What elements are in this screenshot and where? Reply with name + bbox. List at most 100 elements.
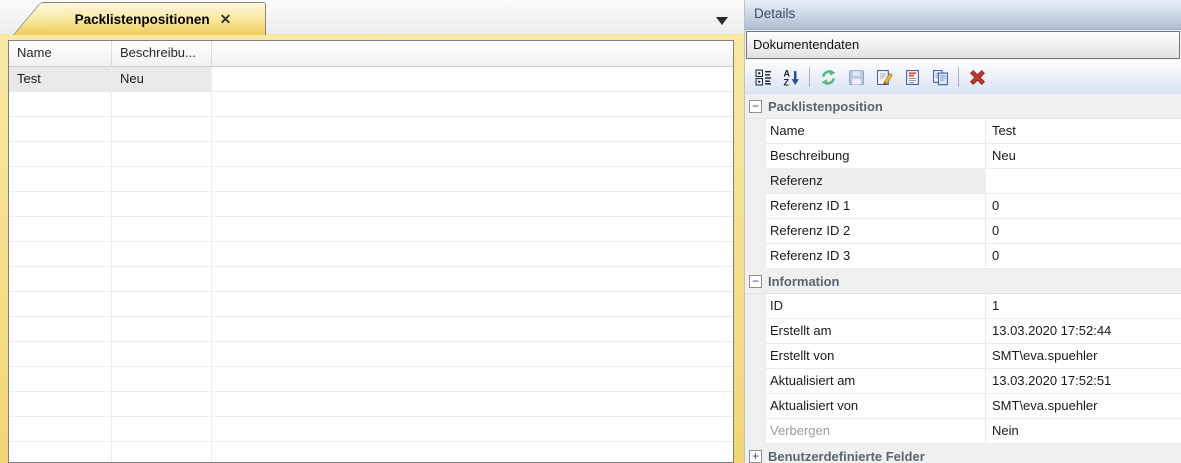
row-indent bbox=[745, 119, 766, 144]
table-row bbox=[9, 217, 733, 242]
property-row[interactable]: Referenz ID 20 bbox=[745, 219, 1181, 244]
table-cell bbox=[9, 442, 112, 462]
table-row bbox=[9, 117, 733, 142]
property-row[interactable]: Name Test bbox=[745, 119, 1181, 144]
new-document-icon[interactable] bbox=[900, 65, 924, 89]
table-cell bbox=[112, 142, 212, 166]
table-row bbox=[9, 292, 733, 317]
table-cell bbox=[9, 267, 112, 291]
row-indent bbox=[745, 394, 766, 419]
table-cell bbox=[212, 392, 733, 416]
table-cell bbox=[112, 417, 212, 441]
table-cell bbox=[212, 192, 733, 216]
refresh-icon[interactable] bbox=[816, 65, 840, 89]
collapse-icon[interactable]: − bbox=[749, 274, 762, 288]
section-header[interactable]: − Information bbox=[745, 269, 1181, 294]
table-row bbox=[9, 142, 733, 167]
table-row bbox=[9, 392, 733, 417]
property-row[interactable]: Referenz bbox=[745, 169, 1181, 194]
table-row[interactable]: Test Neu bbox=[9, 67, 733, 92]
property-row[interactable]: ID 1 bbox=[745, 294, 1181, 319]
table-cell bbox=[212, 317, 733, 341]
save-icon[interactable] bbox=[844, 65, 868, 89]
table-cell bbox=[112, 442, 212, 462]
row-indent bbox=[745, 319, 766, 344]
row-indent bbox=[745, 169, 766, 194]
tab-label: Packlistenpositionen bbox=[74, 11, 210, 27]
property-row[interactable]: Referenz ID 10 bbox=[745, 194, 1181, 219]
property-value: 0 bbox=[986, 194, 1181, 219]
table-cell bbox=[112, 192, 212, 216]
column-header-name[interactable]: Name bbox=[9, 41, 112, 66]
property-row[interactable]: Aktualisiert am 13.03.2020 17:52:51 bbox=[745, 369, 1181, 394]
table-cell bbox=[212, 292, 733, 316]
table-cell bbox=[212, 67, 733, 91]
property-label: Referenz ID 2 bbox=[766, 219, 986, 244]
property-value: SMT\eva.spuehler bbox=[986, 344, 1181, 369]
property-label: ID bbox=[766, 294, 986, 319]
table-cell bbox=[9, 292, 112, 316]
section-title: Packlistenposition bbox=[768, 98, 883, 114]
categorize-icon[interactable] bbox=[751, 65, 775, 89]
table-cell bbox=[9, 92, 112, 116]
property-row[interactable]: Erstellt von SMT\eva.spuehler bbox=[745, 344, 1181, 369]
property-label: Referenz bbox=[766, 169, 986, 194]
table-cell bbox=[212, 92, 733, 116]
section-title: Benutzerdefinierte Felder bbox=[768, 448, 925, 463]
property-value: Test bbox=[986, 119, 1181, 144]
property-row[interactable]: Referenz ID 30 bbox=[745, 244, 1181, 269]
table-cell bbox=[9, 142, 112, 166]
table-cell bbox=[112, 92, 212, 116]
table-cell: Neu bbox=[112, 67, 212, 91]
property-row[interactable]: Erstellt am 13.03.2020 17:52:44 bbox=[745, 319, 1181, 344]
property-label: Name bbox=[766, 119, 986, 144]
property-value: 0 bbox=[986, 244, 1181, 269]
row-indent bbox=[745, 194, 766, 219]
property-label: Referenz ID 3 bbox=[766, 244, 986, 269]
table-cell bbox=[112, 392, 212, 416]
section-header[interactable]: + Benutzerdefinierte Felder bbox=[745, 444, 1181, 463]
expand-icon[interactable]: + bbox=[749, 449, 762, 463]
property-value bbox=[986, 169, 1181, 194]
tab-list-dropdown-icon[interactable] bbox=[716, 17, 728, 25]
property-row[interactable]: Beschreibung Neu bbox=[745, 144, 1181, 169]
property-value: 1 bbox=[986, 294, 1181, 319]
table-row bbox=[9, 317, 733, 342]
table-cell bbox=[9, 167, 112, 191]
packlist-table-body: Test Neu bbox=[9, 67, 733, 462]
table-cell bbox=[212, 167, 733, 191]
table-cell bbox=[212, 117, 733, 141]
table-row bbox=[9, 192, 733, 217]
column-header-filler bbox=[212, 41, 733, 66]
table-row bbox=[9, 267, 733, 292]
row-indent bbox=[745, 219, 766, 244]
svg-text:Z: Z bbox=[783, 77, 789, 86]
document-selector[interactable]: Dokumentendaten bbox=[746, 31, 1180, 59]
table-cell bbox=[212, 342, 733, 366]
edit-icon[interactable] bbox=[872, 65, 896, 89]
delete-icon[interactable] bbox=[965, 65, 989, 89]
packlist-panel: Packlistenpositionen ✕ Name Beschreibu..… bbox=[0, 0, 744, 463]
collapse-icon[interactable]: − bbox=[749, 99, 762, 113]
table-cell bbox=[212, 267, 733, 291]
property-row[interactable]: Verbergen Nein bbox=[745, 419, 1181, 444]
document-selector-wrap: Dokumentendaten bbox=[745, 30, 1181, 60]
tab-packlistenpositionen[interactable]: Packlistenpositionen ✕ bbox=[12, 2, 266, 35]
row-indent bbox=[745, 344, 766, 369]
table-row bbox=[9, 92, 733, 117]
table-cell bbox=[112, 367, 212, 391]
details-panel-header: Details bbox=[745, 0, 1181, 30]
property-row[interactable]: Aktualisiert von SMT\eva.spuehler bbox=[745, 394, 1181, 419]
property-label: Beschreibung bbox=[766, 144, 986, 169]
table-cell bbox=[9, 367, 112, 391]
section-header[interactable]: − Packlistenposition bbox=[745, 94, 1181, 119]
tab-close-icon[interactable]: ✕ bbox=[220, 11, 232, 28]
sort-az-icon[interactable]: A Z bbox=[779, 65, 803, 89]
toolbar-separator bbox=[809, 67, 810, 87]
table-cell bbox=[212, 217, 733, 241]
table-cell bbox=[112, 217, 212, 241]
column-header-beschreibung[interactable]: Beschreibu... bbox=[112, 41, 212, 66]
table-cell bbox=[212, 442, 733, 462]
copy-icon[interactable] bbox=[928, 65, 952, 89]
table-row bbox=[9, 367, 733, 392]
